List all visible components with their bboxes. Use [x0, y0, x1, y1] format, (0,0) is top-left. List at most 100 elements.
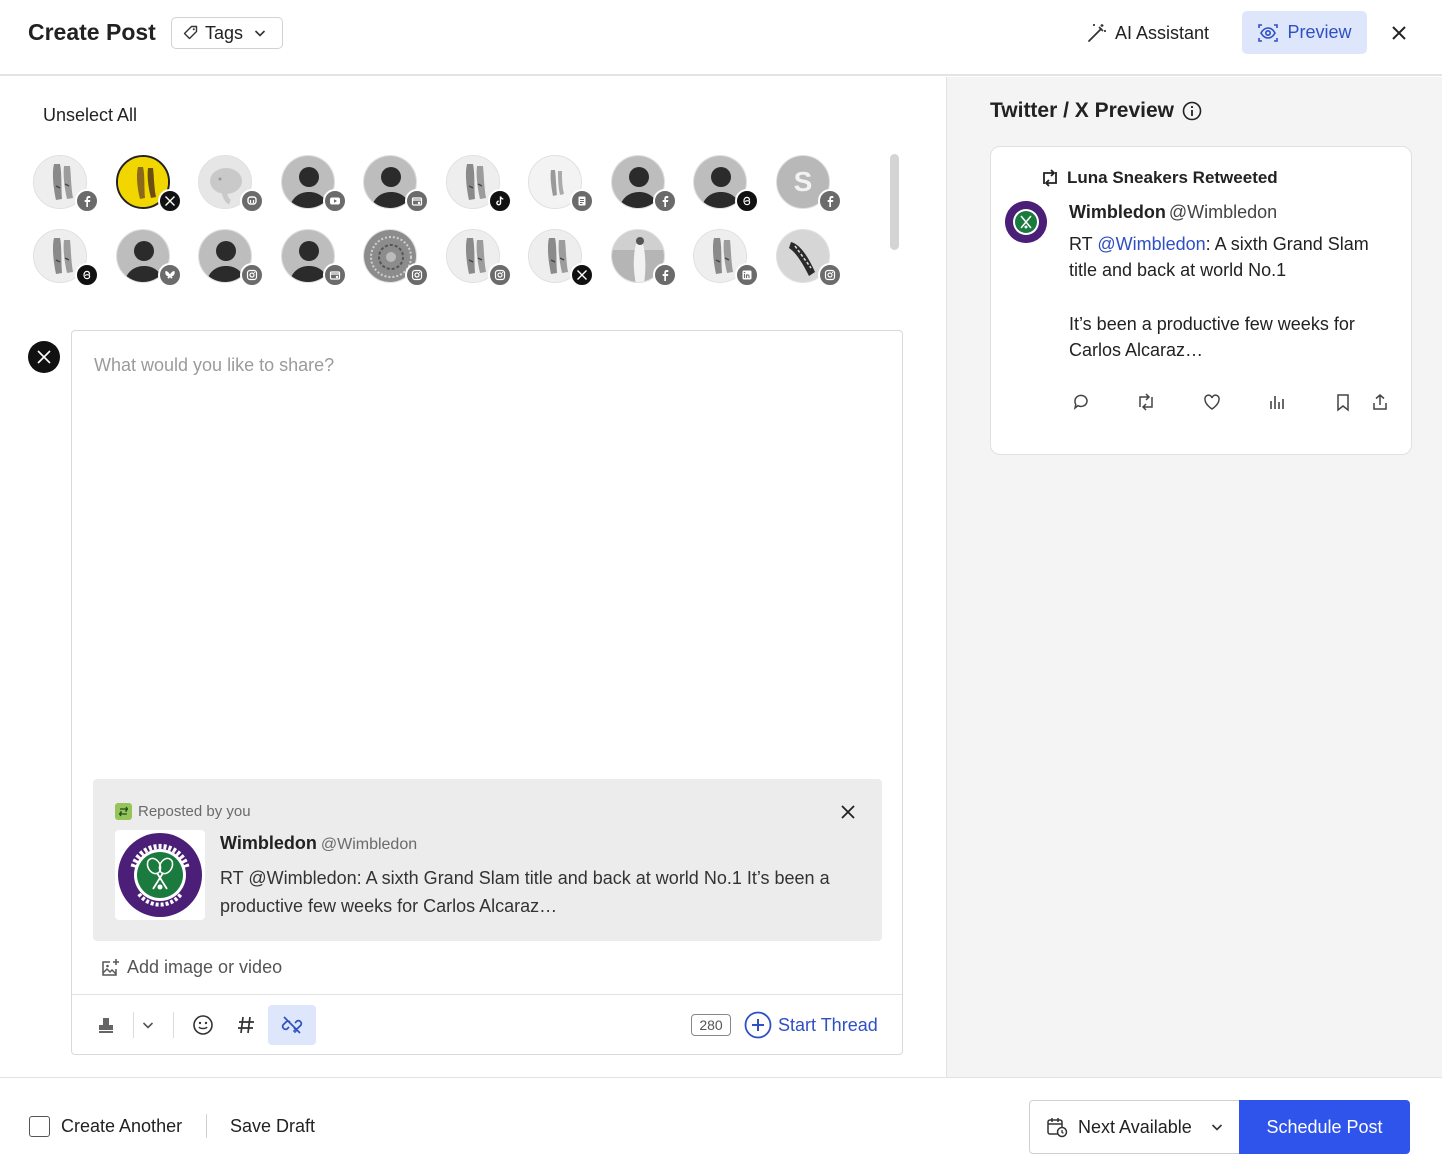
facebook-icon — [653, 263, 677, 287]
account-avatar[interactable] — [446, 155, 512, 213]
account-avatar[interactable] — [281, 229, 347, 287]
account-avatar[interactable] — [33, 155, 99, 213]
account-avatar[interactable] — [528, 229, 594, 287]
calendar-clock-icon — [1046, 1116, 1068, 1138]
account-avatar[interactable] — [198, 155, 264, 213]
x-icon — [570, 263, 594, 287]
tweet-text-prefix: RT — [1069, 234, 1098, 254]
repost-author: Wimbledon @Wimbledon — [220, 833, 417, 854]
account-avatar[interactable] — [198, 229, 264, 287]
link-shortener-icon[interactable] — [268, 1005, 316, 1045]
repost-header: Reposted by you — [115, 803, 251, 820]
account-avatar[interactable] — [693, 229, 759, 287]
composer-panel: Unselect All S What would you like to sh… — [0, 77, 946, 1077]
retweet-line: Luna Sneakers Retweeted — [1039, 167, 1278, 189]
bookmark-icon[interactable] — [1331, 390, 1355, 414]
x-network-icon — [28, 341, 60, 373]
preview-label: Preview — [1287, 22, 1352, 42]
account-avatar[interactable] — [611, 229, 677, 287]
account-avatar[interactable] — [33, 229, 99, 287]
account-avatar[interactable] — [281, 155, 347, 213]
start-thread-label: Start Thread — [778, 1014, 878, 1035]
preview-button[interactable]: Preview — [1242, 11, 1367, 54]
account-avatar[interactable] — [776, 229, 842, 287]
preview-title: Twitter / X Preview — [990, 99, 1202, 123]
account-avatar[interactable] — [446, 229, 512, 287]
tags-label: Tags — [205, 22, 244, 43]
preview-title-text: Twitter / X Preview — [990, 99, 1175, 122]
repost-label: Reposted by you — [138, 803, 251, 820]
composer-toolbar: 280 Start Thread — [72, 994, 902, 1055]
tweet-author-avatar — [1005, 201, 1047, 243]
x-icon — [158, 189, 182, 213]
instagram-icon — [488, 263, 512, 287]
remove-repost-icon[interactable] — [837, 801, 859, 823]
stamp-icon[interactable] — [90, 1005, 122, 1045]
plus-circle-icon — [744, 1011, 772, 1039]
tweet-author: Wimbledon @Wimbledon — [1069, 202, 1277, 223]
eye-scan-icon — [1257, 22, 1279, 44]
tweet-text-line1: RT @Wimbledon: A sixth Grand Slam title … — [1069, 231, 1399, 283]
tweet-author-handle: @Wimbledon — [1168, 202, 1278, 222]
account-avatar[interactable]: S — [776, 155, 842, 213]
chevron-down-icon — [253, 26, 267, 40]
repost-author-name: Wimbledon — [220, 833, 317, 853]
repost-author-handle: @Wimbledon — [320, 836, 418, 853]
close-icon[interactable] — [1386, 20, 1412, 46]
create-another-label[interactable]: Create Another — [61, 1116, 182, 1137]
tweet-text: RT @Wimbledon: A sixth Grand Slam title … — [1069, 231, 1399, 363]
account-avatar[interactable] — [528, 155, 594, 213]
schedule-option-dropdown[interactable]: Next Available — [1029, 1100, 1240, 1154]
instagram-icon — [818, 263, 842, 287]
tiktok-icon — [488, 189, 512, 213]
account-avatar[interactable] — [363, 229, 429, 287]
header-bar: Create Post Tags AI Assistant Preview — [0, 0, 1442, 76]
unselect-all-button[interactable]: Unselect All — [43, 105, 137, 126]
threads-icon — [75, 263, 99, 287]
account-avatar[interactable] — [116, 155, 182, 213]
hashtag-icon[interactable] — [230, 1005, 262, 1045]
footer-bar: Create Another Save Draft Next Available… — [0, 1077, 1442, 1156]
tweet-mention[interactable]: @Wimbledon — [1097, 234, 1205, 254]
account-avatar[interactable] — [693, 155, 759, 213]
emoji-icon[interactable] — [187, 1005, 219, 1045]
tags-dropdown[interactable]: Tags — [171, 17, 283, 49]
google-business-icon — [323, 263, 347, 287]
facebook-icon — [75, 189, 99, 213]
google-business-icon — [405, 189, 429, 213]
document-icon — [570, 189, 594, 213]
like-icon[interactable] — [1200, 390, 1224, 414]
wimbledon-logo — [115, 830, 205, 920]
retweet-action-icon[interactable] — [1134, 390, 1158, 414]
reply-icon[interactable] — [1069, 390, 1093, 414]
repost-icon — [115, 803, 132, 820]
chevron-down-icon[interactable] — [136, 1005, 160, 1045]
account-avatar[interactable] — [363, 155, 429, 213]
youtube-icon — [323, 189, 347, 213]
post-composer[interactable]: What would you like to share? Reposted b… — [71, 330, 903, 1055]
views-icon[interactable] — [1265, 390, 1289, 414]
schedule-post-button[interactable]: Schedule Post — [1239, 1100, 1410, 1154]
tag-icon — [183, 25, 199, 41]
account-avatar[interactable] — [116, 229, 182, 287]
page-title: Create Post — [28, 19, 156, 45]
linkedin-icon — [735, 263, 759, 287]
magic-wand-icon — [1086, 22, 1108, 44]
instagram-icon — [240, 263, 264, 287]
account-avatar-letter: S — [793, 166, 813, 197]
ai-assistant-label: AI Assistant — [1115, 22, 1210, 43]
share-icon[interactable] — [1368, 390, 1392, 414]
repost-text: RT @Wimbledon: A sixth Grand Slam title … — [220, 868, 830, 916]
save-draft-button[interactable]: Save Draft — [230, 1116, 315, 1137]
start-thread-button[interactable]: Start Thread — [744, 1008, 878, 1042]
account-avatar[interactable] — [611, 155, 677, 213]
ai-assistant-button[interactable]: AI Assistant — [1086, 14, 1209, 52]
accounts-scrollbar[interactable] — [890, 154, 899, 250]
add-media-button[interactable]: Add image or video — [100, 957, 282, 978]
create-another-checkbox[interactable] — [29, 1116, 50, 1137]
facebook-icon — [653, 189, 677, 213]
info-icon[interactable] — [1182, 101, 1202, 121]
tweet-preview-card: Luna Sneakers Retweeted Wimbledon @Wimble… — [990, 146, 1412, 455]
post-text-input[interactable]: What would you like to share? — [94, 355, 334, 376]
repost-card: Reposted by you Wimbledon @Wimbledon RT … — [93, 779, 882, 941]
